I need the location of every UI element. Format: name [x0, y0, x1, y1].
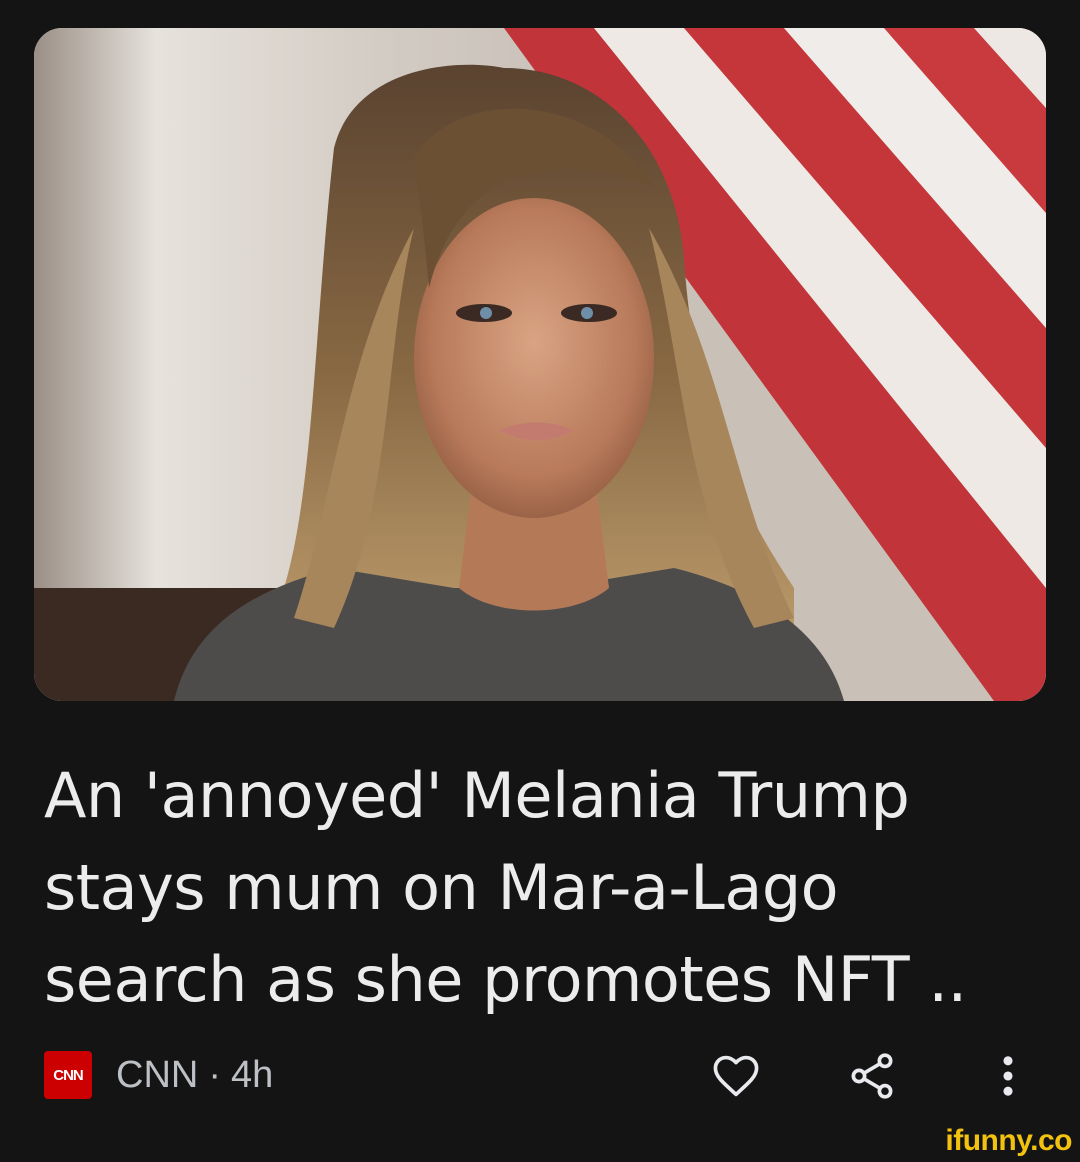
heart-outline-icon — [713, 1055, 759, 1097]
article-meta: CNN CNN · 4h — [44, 1048, 273, 1102]
share-button[interactable] — [842, 1046, 902, 1106]
source-logo-icon: CNN — [44, 1051, 92, 1099]
share-icon — [851, 1053, 893, 1099]
article-image[interactable] — [34, 28, 1046, 701]
article-age: 4h — [230, 1053, 274, 1096]
portrait-photo — [34, 28, 1046, 701]
source-name: CNN — [116, 1053, 199, 1096]
ifunny-watermark: ifunny.co — [945, 1124, 1072, 1157]
article-headline[interactable]: An 'annoyed' Melania Trump stays mum on … — [44, 750, 1044, 1026]
source-line: CNN · 4h — [116, 1054, 273, 1097]
headline-line: An 'annoyed' Melania Trump — [44, 759, 910, 832]
headline-line: search as she promotes NFT .. — [44, 943, 967, 1016]
more-options-button[interactable] — [978, 1046, 1038, 1106]
meta-separator: · — [208, 1053, 221, 1096]
headline-line: stays mum on Mar-a-Lago — [44, 851, 839, 924]
more-vert-icon — [1003, 1056, 1013, 1096]
news-card[interactable]: An 'annoyed' Melania Trump stays mum on … — [0, 0, 1080, 1162]
like-button[interactable] — [706, 1046, 766, 1106]
